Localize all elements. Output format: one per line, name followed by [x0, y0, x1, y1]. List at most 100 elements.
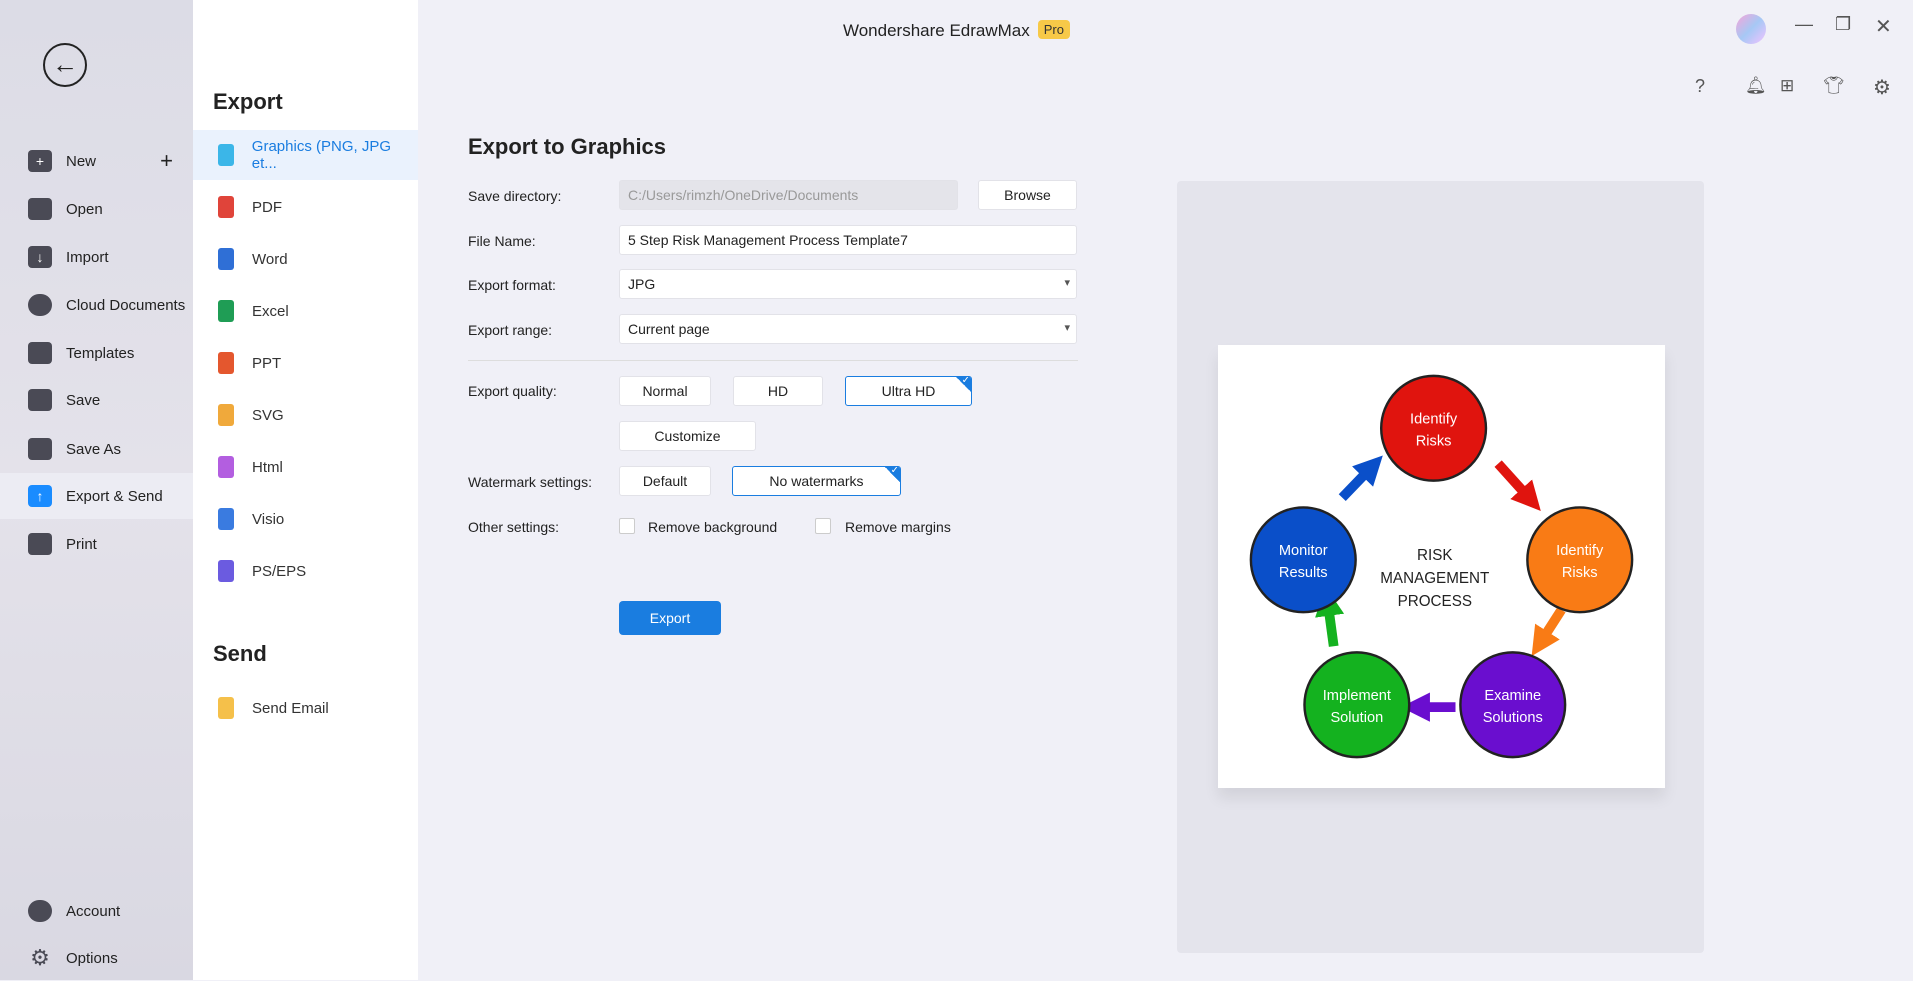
file-type-icon: [218, 352, 234, 374]
gear-icon: ⚙: [30, 945, 50, 970]
sidebar-item-open[interactable]: Open: [0, 186, 193, 232]
import-icon: ↓: [28, 246, 52, 268]
svg-text:Identify: Identify: [1556, 543, 1604, 559]
center-label: PROCESS: [1398, 593, 1472, 610]
preview-page: Identify Risks Identify Risks Examine Solutio…: [1218, 345, 1665, 788]
print-icon: [28, 533, 52, 555]
sidebar-item-templates[interactable]: Templates: [0, 330, 193, 376]
sidebar-item-account[interactable]: Account: [0, 888, 193, 934]
file-type-icon: [218, 404, 234, 426]
divider: [468, 360, 1078, 361]
restore-button[interactable]: ❐: [1835, 14, 1851, 35]
file-name-input[interactable]: 5 Step Risk Management Process Template7: [619, 225, 1077, 255]
quality-normal-button[interactable]: Normal: [619, 376, 711, 406]
watermark-default-button[interactable]: Default: [619, 466, 711, 496]
plus-square-icon: +: [28, 150, 52, 172]
browse-button[interactable]: Browse: [978, 180, 1077, 210]
file-type-icon: [218, 456, 234, 478]
sidebar-item-print[interactable]: Print: [0, 521, 193, 567]
quality-ultra-hd-button[interactable]: Ultra HD: [845, 376, 972, 406]
save-as-icon: [28, 438, 52, 460]
form-heading: Export to Graphics: [468, 134, 667, 159]
export-item-graphics[interactable]: Graphics (PNG, JPG et...: [193, 130, 418, 180]
export-range-select[interactable]: Current page: [619, 314, 1077, 344]
remove-background-checkbox[interactable]: [619, 518, 635, 534]
export-item-html[interactable]: Html: [193, 442, 418, 492]
sidebar-item-save-as[interactable]: Save As: [0, 426, 193, 472]
app-title: Wondershare EdrawMax Pro: [0, 20, 1913, 41]
sidebar-item-options[interactable]: ⚙ Options: [0, 935, 193, 981]
remove-margins-checkbox[interactable]: [815, 518, 831, 534]
svg-text:Solution: Solution: [1330, 710, 1383, 726]
save-directory-input[interactable]: C:/Users/rimzh/OneDrive/Documents: [619, 180, 958, 210]
watermark-label: Watermark settings:: [468, 474, 592, 490]
svg-text:Examine: Examine: [1484, 688, 1541, 704]
close-button[interactable]: ✕: [1875, 14, 1892, 39]
email-icon: [218, 697, 234, 719]
risk-diagram: Identify Risks Identify Risks Examine Solutio…: [1249, 374, 1634, 759]
cloud-icon: [28, 294, 52, 316]
export-item-pseps[interactable]: PS/EPS: [193, 546, 418, 596]
export-item-send-email[interactable]: Send Email: [193, 683, 418, 733]
file-type-icon: [218, 508, 234, 530]
remove-margins-label: Remove margins: [845, 519, 951, 535]
export-format-label: Export format:: [468, 277, 556, 293]
process-node: Identify Risks: [1379, 374, 1488, 482]
export-item-ppt[interactable]: PPT: [193, 338, 418, 388]
folder-icon: [28, 198, 52, 220]
center-label: MANAGEMENT: [1380, 570, 1489, 587]
save-icon: [28, 389, 52, 411]
account-icon: [28, 900, 52, 922]
settings-icon[interactable]: ⚙: [1873, 75, 1891, 100]
quality-hd-button[interactable]: HD: [733, 376, 823, 406]
svg-text:Risks: Risks: [1416, 433, 1452, 449]
export-format-select[interactable]: JPG: [619, 269, 1077, 299]
customize-button[interactable]: Customize: [619, 421, 756, 451]
process-node: Identify Risks: [1526, 506, 1634, 614]
sidebar-item-import[interactable]: ↓ Import: [0, 234, 193, 280]
minimize-button[interactable]: —: [1795, 14, 1813, 35]
save-directory-label: Save directory:: [468, 188, 562, 204]
file-type-icon: [218, 196, 234, 218]
svg-text:Risks: Risks: [1562, 565, 1598, 581]
arrow: [1494, 460, 1541, 511]
file-type-icon: [218, 560, 234, 582]
process-node: Examine Solutions: [1459, 651, 1567, 759]
back-button[interactable]: ←: [43, 43, 87, 87]
plus-icon[interactable]: +: [160, 148, 173, 174]
sidebar-item-save[interactable]: Save: [0, 377, 193, 423]
export-item-pdf[interactable]: PDF: [193, 182, 418, 232]
send-heading: Send: [213, 641, 267, 666]
file-type-icon: [218, 144, 234, 166]
file-name-label: File Name:: [468, 233, 536, 249]
export-icon: ↑: [28, 485, 52, 507]
process-node: Monitor Results: [1249, 506, 1357, 614]
pro-badge: Pro: [1037, 20, 1070, 39]
file-type-icon: [218, 248, 234, 270]
help-icon[interactable]: ?: [1695, 76, 1705, 97]
avatar[interactable]: [1736, 14, 1766, 44]
svg-text:Implement: Implement: [1323, 688, 1391, 704]
arrow: [1531, 607, 1566, 657]
sidebar-item-new[interactable]: + New +: [0, 138, 193, 184]
file-type-icon: [218, 300, 234, 322]
export-item-excel[interactable]: Excel: [193, 286, 418, 336]
shirt-icon[interactable]: 👕︎: [1823, 76, 1845, 96]
export-item-visio[interactable]: Visio: [193, 494, 418, 544]
export-heading: Export: [213, 89, 283, 114]
arrow: [1315, 586, 1345, 647]
sidebar-item-export-send[interactable]: ↑ Export & Send: [0, 473, 193, 519]
export-item-svg[interactable]: SVG: [193, 390, 418, 440]
center-label: RISK: [1417, 547, 1453, 564]
export-item-word[interactable]: Word: [193, 234, 418, 284]
sidebar-item-cloud-documents[interactable]: Cloud Documents: [0, 282, 193, 328]
apps-grid-icon[interactable]: ⊞: [1780, 76, 1794, 96]
export-button[interactable]: Export: [619, 601, 721, 635]
templates-icon: [28, 342, 52, 364]
arrow: [1338, 455, 1383, 502]
remove-background-label: Remove background: [648, 519, 778, 535]
process-node: Implement Solution: [1303, 651, 1411, 759]
svg-text:Solutions: Solutions: [1483, 710, 1543, 726]
bell-icon[interactable]: 🔔︎: [1745, 76, 1767, 96]
no-watermarks-button[interactable]: No watermarks: [732, 466, 901, 496]
